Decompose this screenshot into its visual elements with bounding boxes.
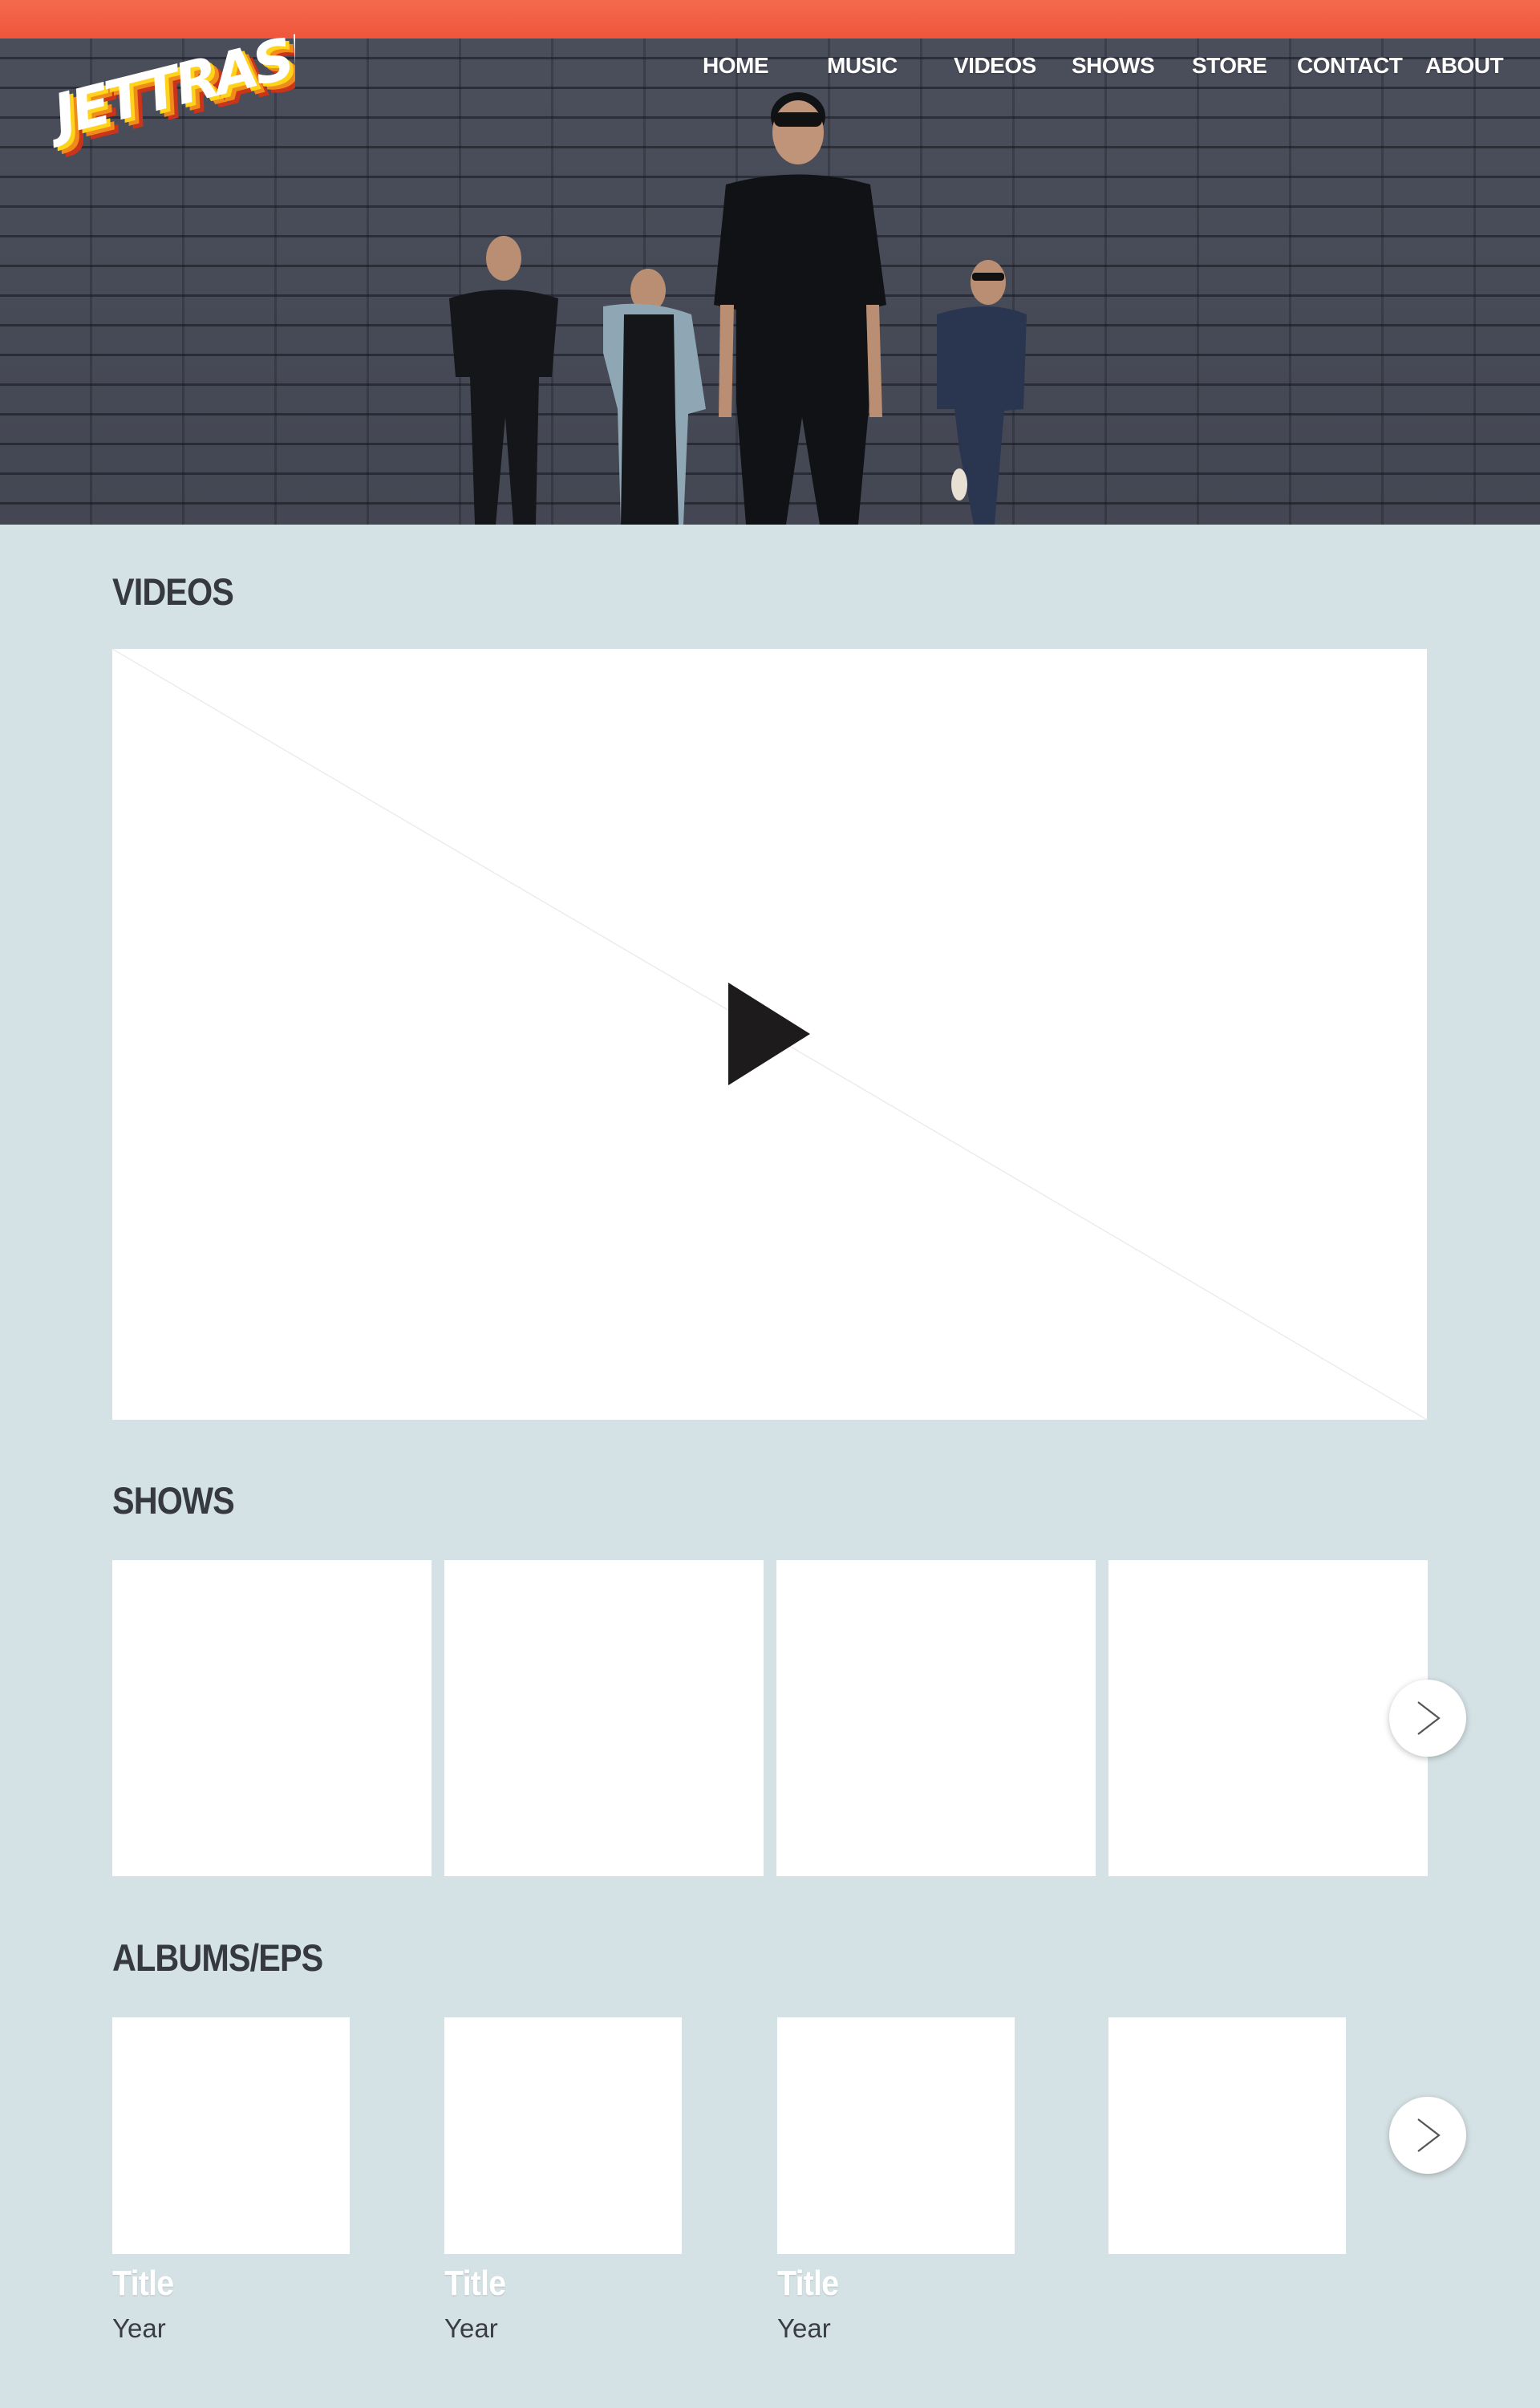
nav-videos[interactable]: VIDEOS: [954, 53, 1036, 79]
main-nav: HOME MUSIC VIDEOS SHOWS STORE CONTACT AB…: [0, 53, 1540, 85]
album-cover[interactable]: [444, 2017, 682, 2254]
albums-next-button[interactable]: [1389, 2097, 1466, 2174]
album-cover[interactable]: [777, 2017, 1015, 2254]
nav-about[interactable]: ABOUT: [1425, 53, 1504, 79]
band-member: [449, 236, 558, 525]
band-member: [603, 269, 706, 525]
play-icon[interactable]: [112, 649, 1427, 1420]
show-card[interactable]: [776, 1560, 1096, 1876]
nav-music[interactable]: MUSIC: [827, 53, 898, 79]
chevron-right-icon: [1417, 2118, 1441, 2152]
shows-heading: SHOWS: [112, 1479, 235, 1522]
show-card[interactable]: [112, 1560, 432, 1876]
album-title[interactable]: Title: [112, 2264, 174, 2304]
hero-banner: JETTRASH JETTRASH JETTRASH JETTRASH HOME…: [0, 0, 1540, 525]
chevron-right-icon: [1417, 1701, 1441, 1735]
nav-home[interactable]: HOME: [703, 53, 769, 79]
album-cover[interactable]: [1108, 2017, 1346, 2254]
nav-store[interactable]: STORE: [1192, 53, 1267, 79]
album-year: Year: [112, 2313, 166, 2343]
video-player[interactable]: [112, 649, 1427, 1420]
nav-contact[interactable]: CONTACT: [1297, 53, 1403, 79]
band-member: [714, 92, 886, 525]
videos-heading: VIDEOS: [112, 570, 234, 613]
album-year: Year: [444, 2313, 498, 2343]
album-title[interactable]: Title: [777, 2264, 839, 2304]
nav-shows[interactable]: SHOWS: [1072, 53, 1155, 79]
band-member: [937, 260, 1027, 525]
show-card[interactable]: [444, 1560, 764, 1876]
albums-heading: ALBUMS/EPS: [112, 1936, 323, 1979]
brand-logo[interactable]: JETTRASH JETTRASH JETTRASH JETTRASH: [38, 14, 355, 160]
album-cover[interactable]: [112, 2017, 350, 2254]
show-card[interactable]: [1108, 1560, 1428, 1876]
shows-next-button[interactable]: [1389, 1680, 1466, 1757]
album-year: Year: [777, 2313, 831, 2343]
album-title[interactable]: Title: [444, 2264, 506, 2304]
